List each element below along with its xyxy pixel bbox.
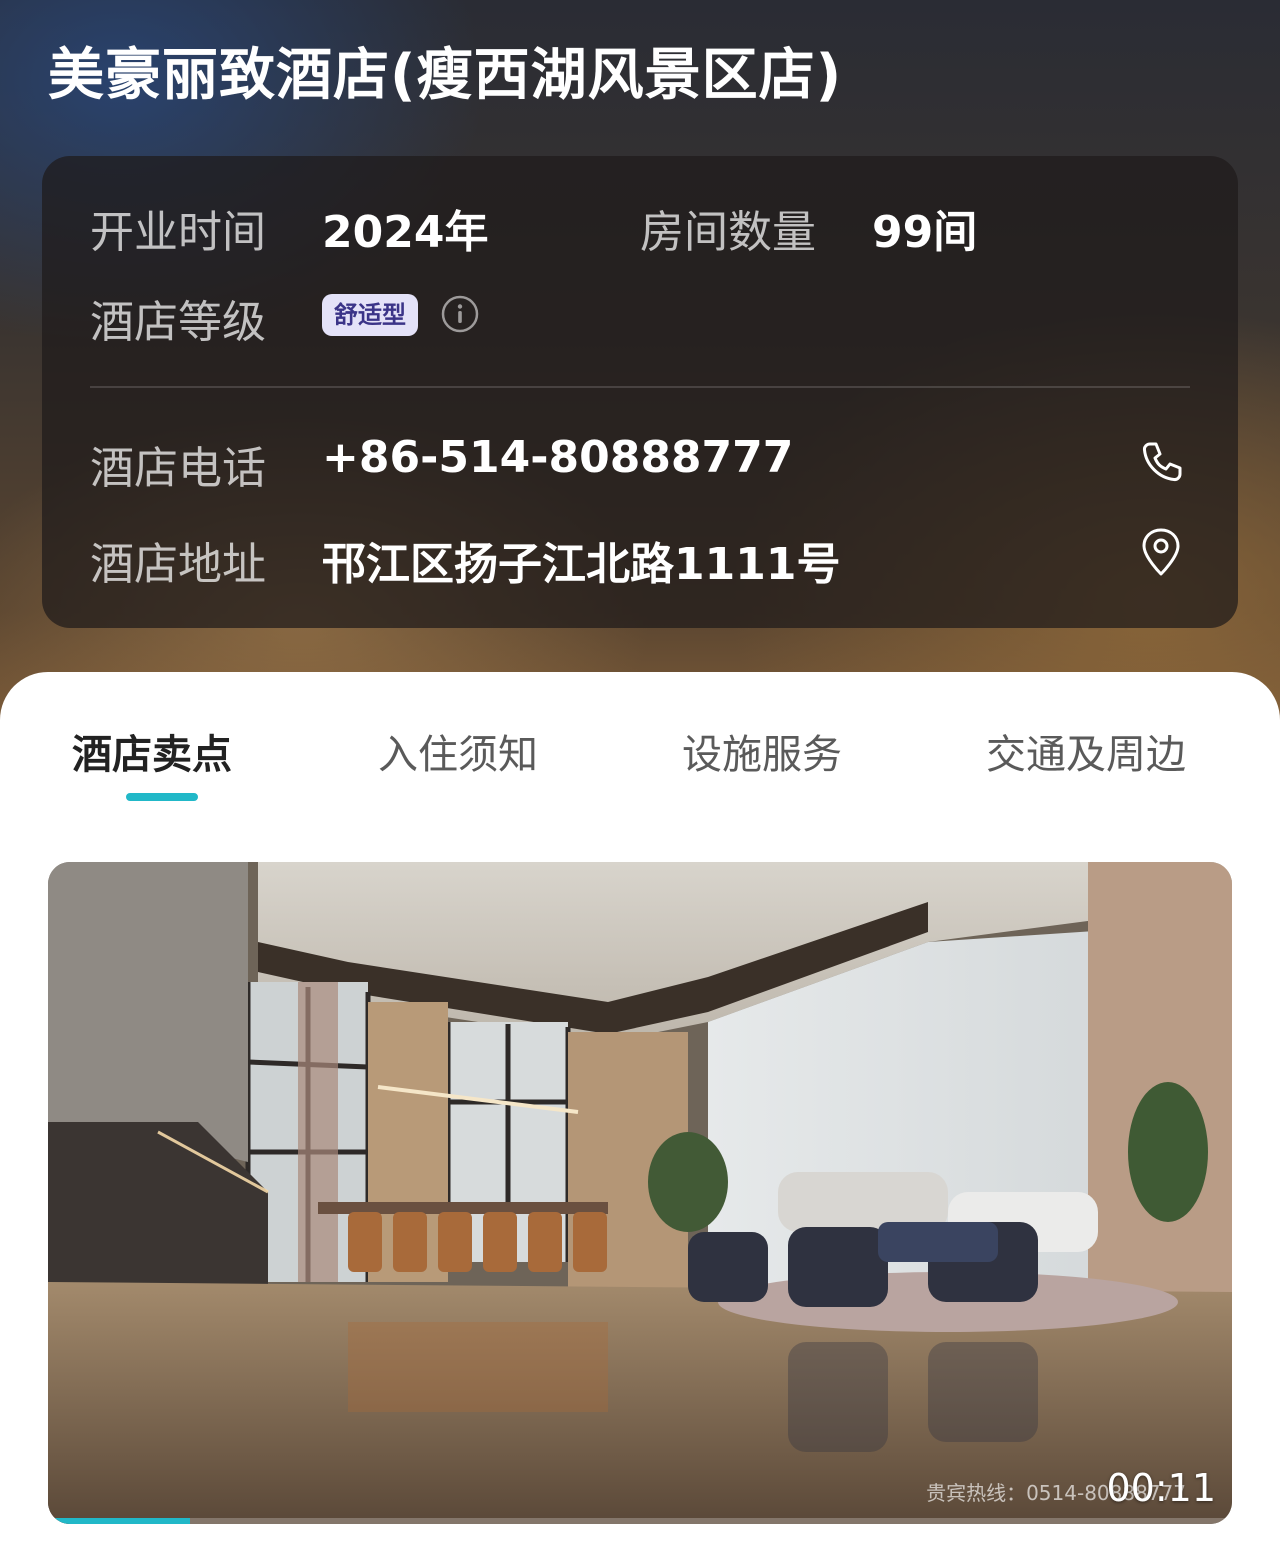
info-circle-icon[interactable] [440, 294, 480, 334]
grade-badge: 舒适型 [322, 294, 418, 336]
phone-value[interactable]: +86-514-80888777 [322, 432, 793, 483]
grade-label: 酒店等级 [90, 297, 266, 348]
video-progress-fill [48, 1518, 191, 1524]
address-value[interactable]: 邗江区扬子江北路1111号 [322, 528, 840, 592]
address-label: 酒店地址 [90, 539, 266, 590]
rooms-value: 99间 [872, 207, 978, 258]
content-sheet: 酒店卖点 入住须知 设施服务 交通及周边 贵宾热线：0514-80888777 … [0, 672, 1280, 1563]
location-pin-icon[interactable] [1136, 526, 1186, 576]
hotel-header: 美豪丽致酒店(瘦西湖风景区店) 开业时间 2024年 房间数量 99间 酒店等级… [0, 0, 1280, 720]
tab-facilities[interactable]: 设施服务 [682, 722, 842, 780]
tab-check-in-notes[interactable]: 入住须知 [378, 722, 538, 780]
lobby-video-frame [48, 862, 1232, 1524]
opening-label: 开业时间 [90, 207, 266, 258]
phone-label: 酒店电话 [90, 443, 266, 494]
tab-selling-points[interactable]: 酒店卖点 [72, 722, 232, 780]
rooms-label: 房间数量 [640, 207, 816, 258]
video-timestamp: 00:11 [1106, 1466, 1216, 1510]
phone-icon[interactable] [1136, 437, 1186, 487]
tab-active-indicator [126, 793, 198, 801]
tab-transport[interactable]: 交通及周边 [986, 722, 1186, 780]
video-progress-track[interactable] [48, 1518, 1232, 1524]
lobby-video-player[interactable]: 贵宾热线：0514-80888777 00:11 [48, 862, 1232, 1524]
opening-value: 2024年 [322, 207, 489, 258]
hotel-info-card: 开业时间 2024年 房间数量 99间 酒店等级 舒适型 酒店电话 +86-51… [42, 156, 1238, 628]
hotel-title: 美豪丽致酒店(瘦西湖风景区店) [48, 43, 843, 108]
info-divider [90, 386, 1190, 388]
